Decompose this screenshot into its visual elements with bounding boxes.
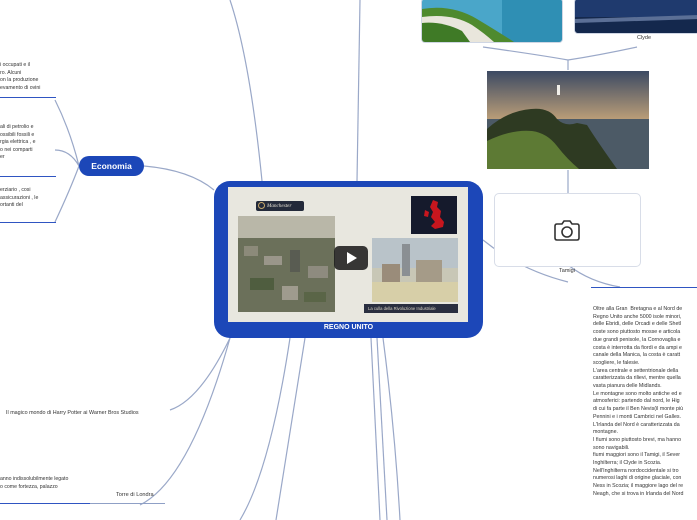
geography-description: Oltre alla Gran Bretagna e al Nord de Re…: [593, 306, 684, 497]
harry-potter-topic[interactable]: Il magico mondo di Harry Potter ai Warne…: [6, 410, 139, 418]
video-caption-strip: La culla della Rivoluzione Industriale: [364, 304, 458, 313]
tamigi-caption: Tamigi: [559, 268, 575, 274]
coast-photo[interactable]: [421, 0, 563, 43]
torre-label[interactable]: Torre di Londra: [116, 492, 154, 500]
uk-map-image: [411, 196, 457, 234]
torre-description: anno indissolubilmente legato o come for…: [0, 476, 69, 490]
video-caption: La culla della Rivoluzione Industriale: [368, 306, 436, 311]
video-badge: Manchester: [256, 201, 304, 211]
torre-underline-left: [0, 503, 90, 504]
coast-image: [422, 0, 562, 42]
central-node[interactable]: Manchester La culla della Rivoluzione In…: [214, 181, 483, 338]
economia-text-industry: ali di petrolio e ossibili fossili e rgi…: [0, 124, 36, 161]
economia-text-agriculture: i occupati e il ro. Alcuni on la produzi…: [0, 62, 41, 91]
play-icon: [347, 252, 357, 264]
description-underline: [591, 287, 697, 288]
play-button[interactable]: [334, 246, 368, 270]
clyde-caption: Clyde: [636, 35, 652, 41]
camera-icon: [554, 220, 580, 241]
tamigi-card[interactable]: [494, 193, 641, 267]
video-thumbnail[interactable]: Manchester La culla della Rivoluzione In…: [228, 187, 468, 322]
city-photo-image: [372, 238, 458, 302]
clyde-image: [575, 0, 697, 33]
economia-node[interactable]: Economia: [79, 156, 144, 176]
torre-underline-right: [90, 503, 165, 504]
cliff-lighthouse-image: [487, 71, 649, 169]
economia-underline-3: [0, 222, 56, 223]
cliff-lighthouse-photo[interactable]: [487, 71, 649, 169]
economia-text-services: erziario , cosi assicurazioni , le ortan…: [0, 187, 39, 209]
video-badge-label: Manchester: [267, 202, 292, 209]
clyde-photo[interactable]: [574, 0, 697, 34]
city-aerial-image: [238, 216, 335, 312]
badge-emblem-icon: [258, 202, 265, 209]
central-node-title: REGNO UNITO: [323, 324, 374, 331]
economia-underline-2: [0, 176, 56, 177]
economia-underline-1: [0, 97, 56, 98]
